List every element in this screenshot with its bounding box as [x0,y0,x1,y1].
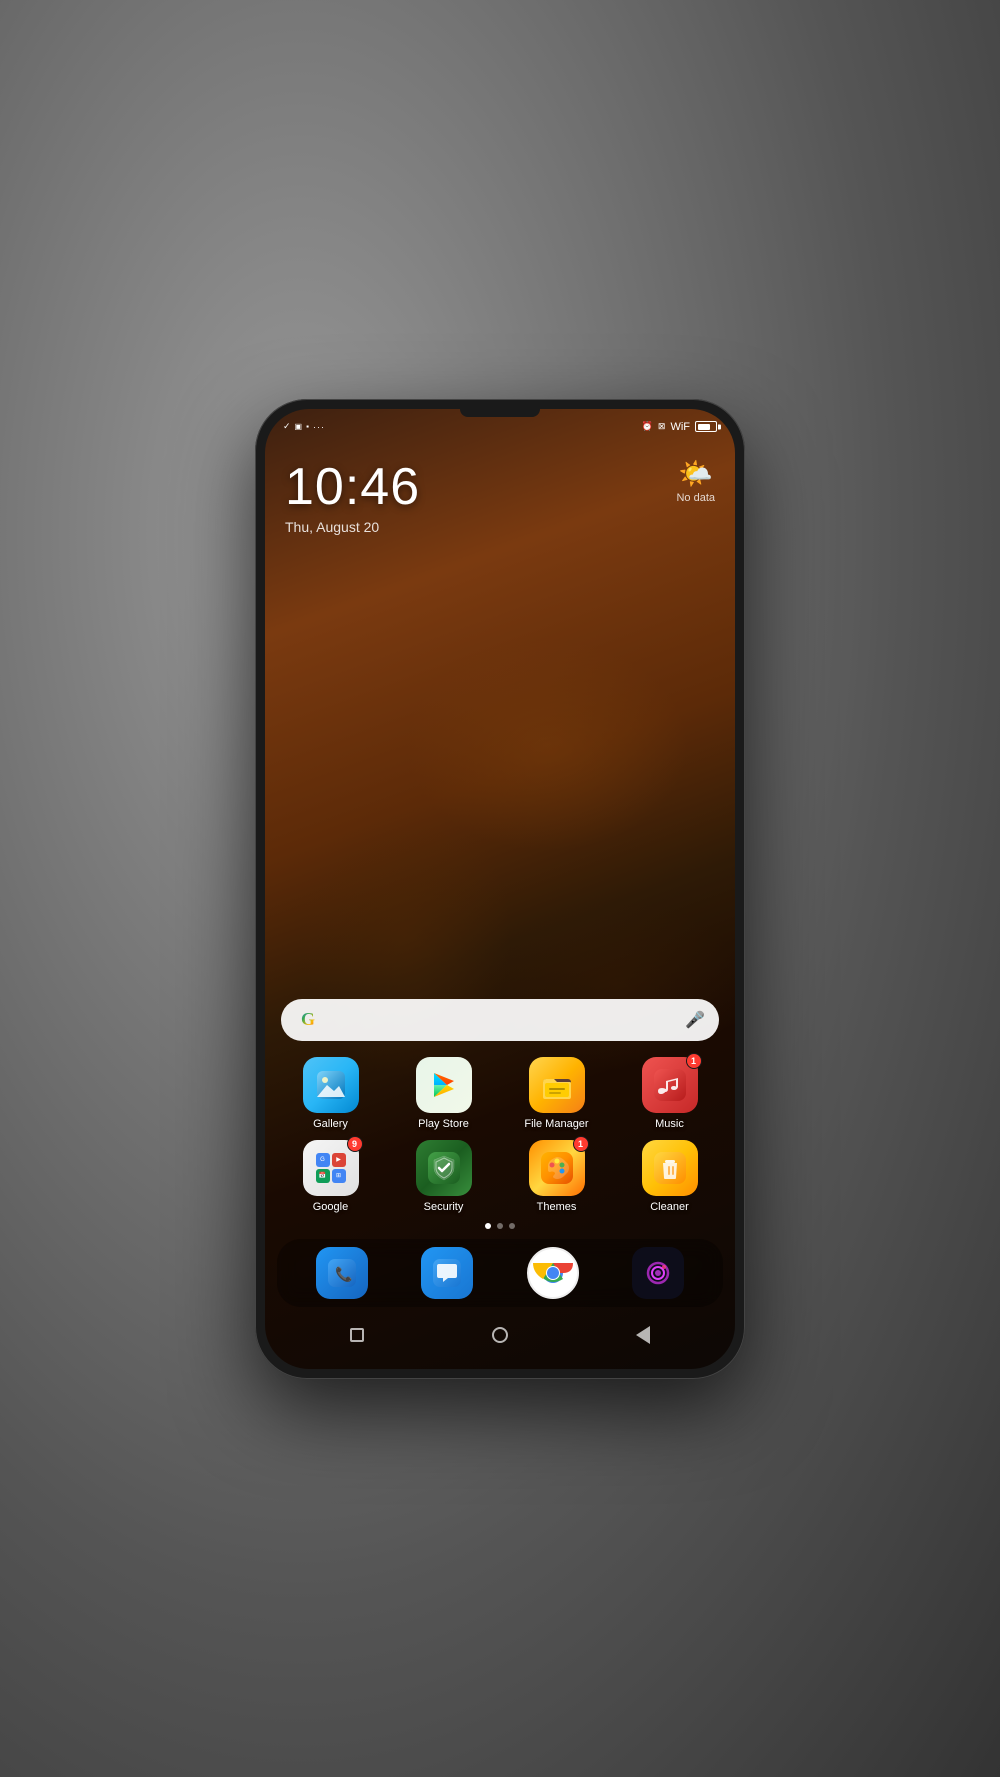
nav-bar [265,1315,735,1359]
date-display: Thu, August 20 [285,519,715,535]
app-themes[interactable]: 1 Themes [503,1140,610,1213]
weather-widget: 🌤️ No data [676,457,715,504]
notch [460,409,540,417]
search-bar[interactable]: G 🎤 [281,999,719,1041]
phone-screen-container: ✓ ▣ ▪ ··· ⏰ ⊠ WiF 10:46 Thu, August 20 [265,409,735,1369]
alarm-icon: ⏰ [642,421,653,432]
g-letter: G [301,1009,315,1030]
app-security[interactable]: Security [390,1140,497,1213]
gallery-icon [303,1057,359,1113]
music-badge: 1 [686,1053,702,1069]
dock-messages[interactable] [395,1247,501,1299]
screen-record-icon: ⊠ [658,421,666,432]
themes-badge: 1 [573,1136,589,1152]
app-playstore[interactable]: Play Store [390,1057,497,1130]
security-icon-wrapper [416,1140,472,1196]
status-left-icons: ✓ ▣ ▪ ··· [283,421,325,432]
weather-icon: 🌤️ [678,457,713,490]
clock-area: 10:46 Thu, August 20 🌤️ No data [265,437,735,999]
battery-icon [695,421,717,432]
bottom-section: G 🎤 [265,999,735,1369]
playstore-icon [416,1057,472,1113]
security-icon [416,1140,472,1196]
playstore-label: Play Store [418,1118,469,1130]
app-gallery[interactable]: Gallery [277,1057,384,1130]
filemanager-label: File Manager [524,1118,588,1130]
more-icon: ··· [313,422,325,432]
back-button[interactable] [631,1323,655,1347]
camera-icon [632,1247,684,1299]
security-label: Security [424,1201,464,1213]
app-google[interactable]: G ▶ 📅 ⊞ 9 Google [277,1140,384,1213]
filemanager-icon-wrapper [529,1057,585,1113]
google-label: Google [313,1201,348,1213]
app-cleaner[interactable]: Cleaner [616,1140,723,1213]
themes-label: Themes [537,1201,577,1213]
gallery-label: Gallery [313,1118,348,1130]
dock-phone[interactable]: 📞 [289,1247,395,1299]
cleaner-icon [642,1140,698,1196]
music-label: Music [655,1118,684,1130]
back-icon [636,1326,650,1344]
google-badge: 9 [347,1136,363,1152]
cleaner-label: Cleaner [650,1201,689,1213]
mic-icon[interactable]: 🎤 [685,1010,705,1030]
screen-icon: ▪ [306,422,309,431]
playstore-icon-wrapper [416,1057,472,1113]
page-dots [265,1223,735,1229]
page-dot-2[interactable] [497,1223,503,1229]
home-icon [492,1327,508,1343]
status-right-icons: ⏰ ⊠ WiF [642,421,717,433]
app-filemanager[interactable]: File Manager [503,1057,610,1130]
checkmark-icon: ✓ [283,421,291,432]
messages-icon [421,1247,473,1299]
svg-text:📞: 📞 [335,1265,353,1283]
chrome-icon [527,1247,579,1299]
battery-fill [698,424,711,430]
wifi-icon: WiF [670,421,690,433]
app-music[interactable]: 1 Music [616,1057,723,1130]
page-dot-1[interactable] [485,1223,491,1229]
app-grid-row2: G ▶ 📅 ⊞ 9 Google [265,1140,735,1213]
dock: 📞 [277,1239,723,1307]
time-display: 10:46 [285,457,715,517]
filemanager-icon [529,1057,585,1113]
sim-icon: ▣ [295,422,303,431]
recents-button[interactable] [345,1323,369,1347]
gallery-icon-wrapper [303,1057,359,1113]
themes-icon-wrapper: 1 [529,1140,585,1196]
phone-device: ✓ ▣ ▪ ··· ⏰ ⊠ WiF 10:46 Thu, August 20 [255,399,745,1379]
google-icon-wrapper: G ▶ 📅 ⊞ 9 [303,1140,359,1196]
google-g-icon: G [295,1007,321,1033]
app-grid-row1: Gallery [265,1057,735,1130]
home-button[interactable] [488,1323,512,1347]
recents-icon [350,1328,364,1342]
dock-chrome[interactable] [500,1247,606,1299]
music-icon-wrapper: 1 [642,1057,698,1113]
page-dot-3[interactable] [509,1223,515,1229]
cleaner-icon-wrapper [642,1140,698,1196]
weather-label: No data [676,492,715,504]
dock-camera[interactable] [606,1247,712,1299]
phone-icon: 📞 [316,1247,368,1299]
home-screen: ✓ ▣ ▪ ··· ⏰ ⊠ WiF 10:46 Thu, August 20 [265,409,735,1369]
